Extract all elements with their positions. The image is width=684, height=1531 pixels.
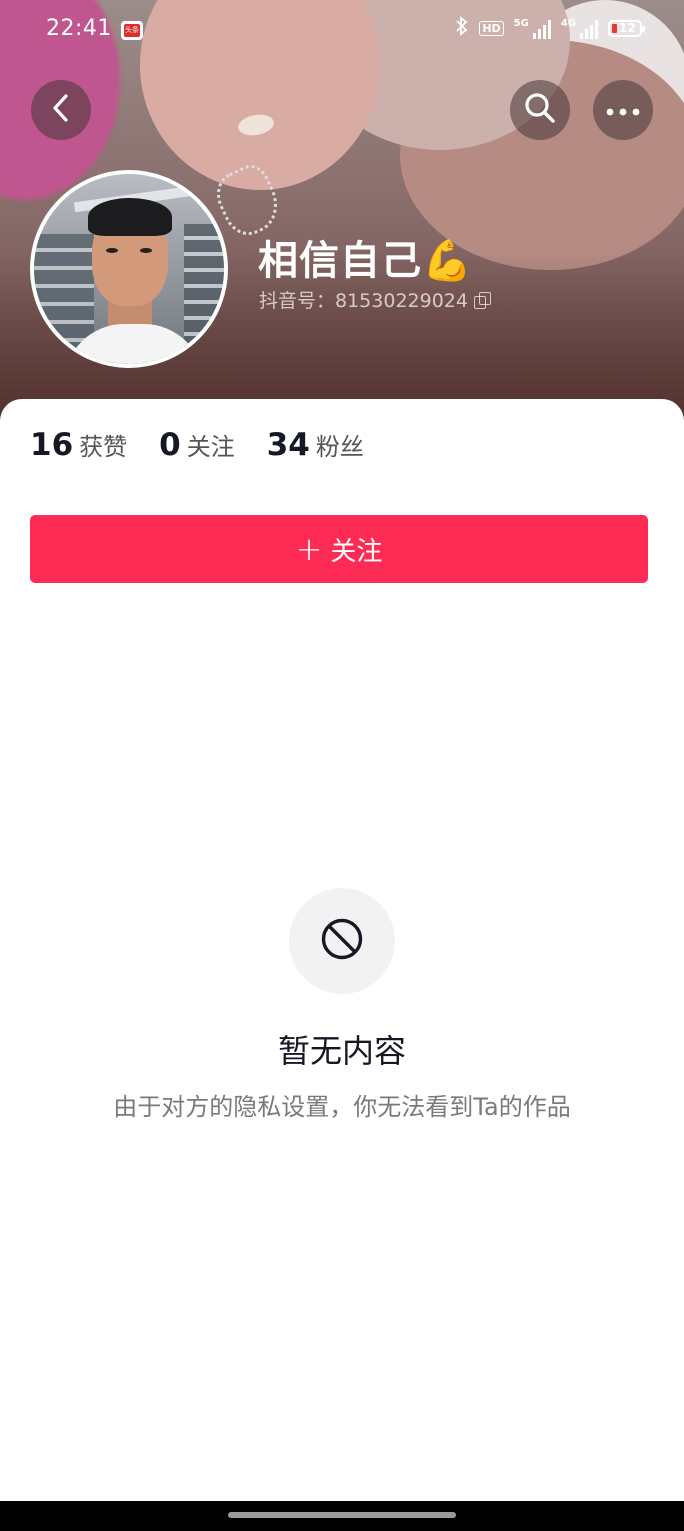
- stat-value: 0: [159, 427, 181, 463]
- home-indicator[interactable]: [228, 1512, 456, 1518]
- profile-stats: 16 获赞 0 关注 34 粉丝: [30, 427, 396, 463]
- stat-label: 获赞: [79, 433, 128, 461]
- follow-button[interactable]: + 关注: [30, 515, 648, 583]
- douyin-id-row[interactable]: 抖音号：81530229024: [259, 286, 491, 313]
- stat-following[interactable]: 0 关注: [159, 427, 235, 463]
- search-icon: [524, 92, 556, 128]
- stat-value: 34: [266, 427, 310, 463]
- plus-icon: +: [295, 530, 323, 568]
- stat-value: 16: [30, 427, 74, 463]
- bluetooth-icon: [455, 16, 469, 41]
- avatar-hair: [88, 198, 172, 236]
- signal-strength-icon: [532, 19, 551, 39]
- app-badge-label: 头条: [124, 24, 140, 37]
- signal-strength-icon: [580, 19, 598, 39]
- stat-likes[interactable]: 16 获赞: [30, 427, 127, 463]
- battery-level: 12: [619, 21, 636, 35]
- douyin-id: 抖音号：81530229024: [259, 290, 468, 312]
- avatar-bg-shelf: [184, 224, 224, 354]
- toutiao-app-icon: 头条: [121, 21, 143, 40]
- status-bar: 22:41 头条 HD 5G 4G 12: [0, 0, 684, 60]
- display-name: 相信自己💪: [258, 238, 473, 284]
- network-4g-label: 4G: [560, 18, 576, 29]
- more-options-button[interactable]: [593, 80, 653, 140]
- status-time: 22:41: [46, 16, 112, 41]
- copy-icon[interactable]: [473, 291, 491, 309]
- empty-state-description: 由于对方的隐私设置，你无法看到Ta的作品: [113, 1093, 571, 1121]
- avatar-eye: [106, 248, 118, 253]
- network-5g-label: 5G: [513, 18, 529, 29]
- search-button[interactable]: [510, 80, 570, 140]
- empty-state-title: 暂无内容: [277, 1032, 406, 1070]
- prohibited-icon: [320, 917, 364, 965]
- stat-label: 关注: [186, 433, 235, 461]
- stat-followers[interactable]: 34 粉丝: [267, 427, 364, 463]
- status-indicators: HD 5G 4G 12: [455, 16, 645, 41]
- profile-content-sheet: 16 获赞 0 关注 34 粉丝 + 关注 暂无内容 由于对方的隐私设置，你无法…: [0, 399, 684, 1501]
- empty-state-icon-circle: [289, 888, 395, 994]
- back-arrow-icon: [50, 93, 72, 127]
- more-dots-icon: [606, 101, 640, 120]
- avatar-bg-shelf: [34, 234, 94, 354]
- avatar[interactable]: [30, 170, 228, 368]
- battery-icon: 12: [608, 20, 645, 37]
- follow-button-label: 关注: [330, 536, 383, 567]
- hd-voice-icon: HD: [479, 21, 504, 36]
- back-button[interactable]: [31, 80, 91, 140]
- avatar-eye: [140, 248, 152, 253]
- stat-label: 粉丝: [315, 433, 364, 461]
